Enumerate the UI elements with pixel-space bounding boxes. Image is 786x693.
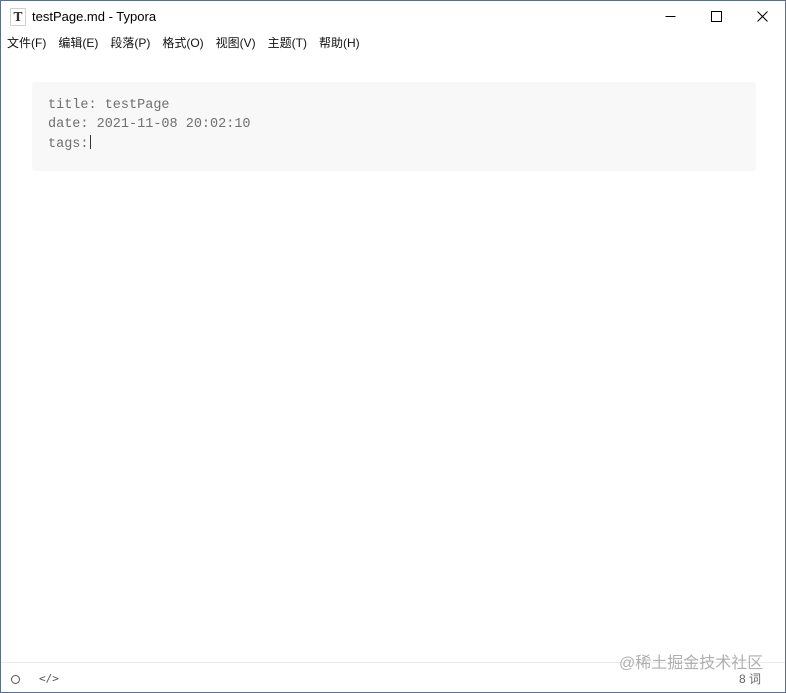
text-caret <box>89 134 91 149</box>
title-bar[interactable]: T testPage.md - Typora <box>1 1 785 32</box>
menu-theme[interactable]: 主题(T) <box>262 35 313 51</box>
typora-app-icon: T <box>10 8 26 26</box>
close-icon <box>756 11 768 22</box>
front-matter-tags-text: tags: <box>48 136 89 152</box>
menu-bar: 文件(F) 编辑(E) 段落(P) 格式(O) 视图(V) 主题(T) 帮助(H… <box>1 32 785 54</box>
maximize-icon <box>710 11 722 22</box>
source-code-mode-button[interactable]: </> <box>39 672 59 686</box>
menu-format[interactable]: 格式(O) <box>156 35 209 51</box>
front-matter-date-line[interactable]: date: 2021-11-08 20:02:10 <box>48 115 740 134</box>
menu-edit[interactable]: 编辑(E) <box>52 35 104 51</box>
status-bar: </> 8 词 <box>1 662 785 692</box>
minimize-button[interactable] <box>647 1 693 32</box>
menu-file[interactable]: 文件(F) <box>1 35 52 51</box>
editor-area[interactable]: title: testPage date: 2021-11-08 20:02:1… <box>1 54 785 662</box>
typora-window: T testPage.md - Typora 文件(F) 编辑(E) 段落(P)… <box>0 0 786 693</box>
outline-toggle-icon[interactable] <box>11 675 20 684</box>
yaml-front-matter-block[interactable]: title: testPage date: 2021-11-08 20:02:1… <box>32 82 756 171</box>
maximize-button[interactable] <box>693 1 739 32</box>
minimize-icon <box>665 16 675 17</box>
word-count[interactable]: 8 词 <box>739 672 761 687</box>
menu-help[interactable]: 帮助(H) <box>313 35 366 51</box>
menu-paragraph[interactable]: 段落(P) <box>104 35 156 51</box>
menu-view[interactable]: 视图(V) <box>210 35 262 51</box>
front-matter-title-line[interactable]: title: testPage <box>48 96 740 115</box>
front-matter-tags-line[interactable]: tags: <box>48 134 740 154</box>
close-button[interactable] <box>739 1 785 32</box>
window-title: testPage.md - Typora <box>32 9 157 24</box>
